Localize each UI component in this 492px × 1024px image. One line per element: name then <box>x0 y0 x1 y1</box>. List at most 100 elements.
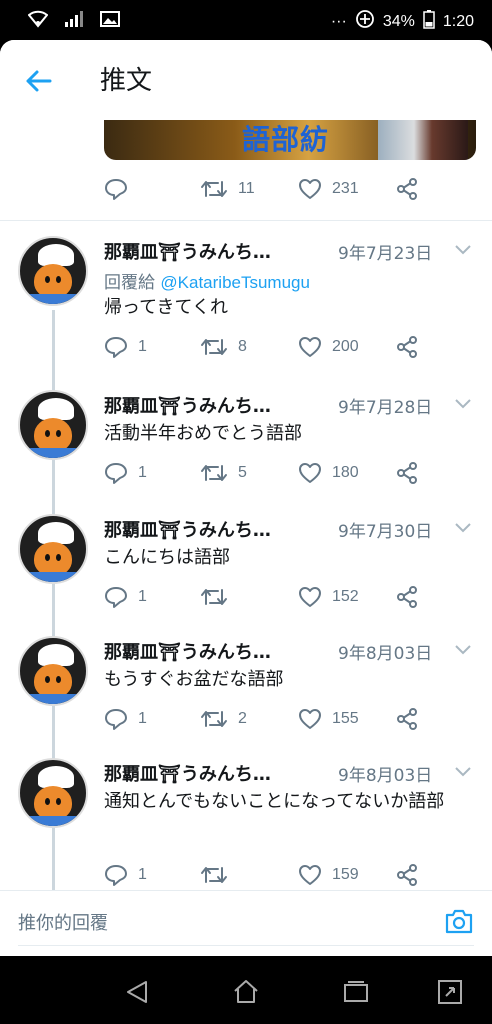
camera-icon[interactable] <box>444 907 474 935</box>
reply-count: 1 <box>138 710 147 727</box>
share-icon <box>397 462 417 484</box>
tweet-author-name[interactable]: 那覇皿⛩うみんち… <box>104 760 271 786</box>
reply-count: 1 <box>138 588 147 605</box>
share-button[interactable] <box>396 178 418 200</box>
reply-button[interactable]: 1 <box>104 864 147 886</box>
tweet-text: もうすぐお盆だな語部 <box>104 669 284 690</box>
retweet-count: 5 <box>238 464 247 481</box>
like-button[interactable]: 180 <box>298 462 359 484</box>
clock: 1:20 <box>442 12 474 30</box>
image-icon <box>100 10 120 33</box>
nav-back-icon[interactable] <box>124 978 152 1006</box>
retweet-button[interactable] <box>200 864 238 886</box>
nav-recents-icon[interactable] <box>342 978 370 1006</box>
reply-to-handle[interactable]: @KataribeTsumugu <box>160 273 310 292</box>
like-icon <box>299 865 321 885</box>
reply-button[interactable]: 1 <box>104 462 147 484</box>
tweet-author-name[interactable]: 那覇皿⛩うみんち… <box>104 238 271 264</box>
share-icon <box>397 178 417 200</box>
page-title: 推文 <box>100 66 153 96</box>
add-circle-icon <box>355 9 375 34</box>
reply-input[interactable]: 推你的回覆 <box>18 909 108 935</box>
back-arrow-icon[interactable] <box>22 64 56 98</box>
reply-button[interactable]: 1 <box>104 586 147 608</box>
like-button[interactable]: 152 <box>298 586 359 608</box>
tweet-actions: 1 8 200 <box>104 336 444 364</box>
banner-characters <box>378 120 468 160</box>
battery-icon <box>423 9 435 34</box>
reply-icon <box>105 865 127 886</box>
avatar[interactable] <box>18 758 88 828</box>
like-button[interactable]: 200 <box>298 336 359 358</box>
tweet[interactable]: 那覇皿⛩うみんち… 9年7月30日 こんにちは語部 1 152 <box>0 514 492 614</box>
share-button[interactable] <box>396 336 418 358</box>
header: 推文 <box>0 40 492 120</box>
tweet-author-name[interactable]: 那覇皿⛩うみんち… <box>104 392 271 418</box>
tweet-text: 通知とんでもないことになってないか語部 <box>104 791 445 812</box>
retweet-icon <box>201 711 227 727</box>
reply-icon <box>105 463 127 484</box>
chevron-down-icon[interactable] <box>454 522 472 534</box>
avatar[interactable] <box>18 390 88 460</box>
reply-input-underline <box>18 945 474 946</box>
tweet-date: 9年8月03日 <box>338 644 433 664</box>
share-icon <box>397 586 417 608</box>
divider <box>0 220 492 221</box>
avatar[interactable] <box>18 514 88 584</box>
tweet[interactable]: 那覇皿⛩うみんち… 9年8月03日 通知とんでもないことになってないか語部 1 … <box>0 758 492 890</box>
retweet-button[interactable] <box>200 586 238 608</box>
nav-home-icon[interactable] <box>232 978 260 1006</box>
tweet[interactable]: 那覇皿⛩うみんち… 9年8月03日 もうすぐお盆だな語部 1 2 155 <box>0 636 492 736</box>
avatar[interactable] <box>18 236 88 306</box>
share-icon <box>397 708 417 730</box>
tweet[interactable]: 那覇皿⛩うみんち… 9年7月28日 活動半年おめでとう語部 1 5 180 <box>0 390 492 490</box>
tweet-text: 活動半年おめでとう語部 <box>104 423 302 444</box>
like-count: 152 <box>332 588 359 605</box>
chevron-down-icon[interactable] <box>454 644 472 656</box>
reply-count: 1 <box>138 866 147 883</box>
retweet-icon <box>201 589 227 605</box>
tweet-actions: 1 5 180 <box>104 462 444 490</box>
retweet-count: 8 <box>238 338 247 355</box>
reply-to-line: 回覆給 @KataribeTsumugu <box>104 268 310 293</box>
retweet-button[interactable]: 5 <box>200 462 247 484</box>
like-count: 159 <box>332 866 359 883</box>
reply-button[interactable]: 1 <box>104 336 147 358</box>
retweet-count: 11 <box>238 180 255 197</box>
tweet-author-name[interactable]: 那覇皿⛩うみんち… <box>104 516 271 542</box>
share-button[interactable] <box>396 586 418 608</box>
tweet-list[interactable]: 語部紡 11 231 那覇皿⛩うみんち… 9年7月23日 回覆給 @Katari… <box>0 120 492 890</box>
retweet-button[interactable]: 8 <box>200 336 247 358</box>
chevron-down-icon[interactable] <box>454 766 472 778</box>
retweet-icon <box>201 465 227 481</box>
tweet-date: 9年7月30日 <box>338 522 433 542</box>
nav-expand-icon[interactable] <box>436 978 464 1006</box>
signal-icon <box>64 10 84 33</box>
like-button[interactable]: 231 <box>298 178 359 200</box>
retweet-button[interactable]: 2 <box>200 708 247 730</box>
reply-button[interactable] <box>104 178 138 200</box>
share-button[interactable] <box>396 462 418 484</box>
reply-composer: 推你的回覆 <box>0 890 492 956</box>
wifi-icon <box>27 10 49 33</box>
chevron-down-icon[interactable] <box>454 244 472 256</box>
avatar[interactable] <box>18 636 88 706</box>
reply-count: 1 <box>138 338 147 355</box>
like-icon <box>299 337 321 357</box>
like-icon <box>299 179 321 199</box>
tweet-media-image[interactable]: 語部紡 <box>104 120 476 160</box>
like-count: 180 <box>332 464 359 481</box>
tweet[interactable]: 那覇皿⛩うみんち… 9年7月23日 回覆給 @KataribeTsumugu 帰… <box>0 236 492 366</box>
like-button[interactable]: 155 <box>298 708 359 730</box>
chevron-down-icon[interactable] <box>454 398 472 410</box>
tweet-author-name[interactable]: 那覇皿⛩うみんち… <box>104 638 271 664</box>
reply-icon <box>105 709 127 730</box>
retweet-icon <box>201 867 227 883</box>
retweet-button[interactable]: 11 <box>200 178 255 200</box>
battery-percent: 34% <box>382 12 415 30</box>
reply-button[interactable]: 1 <box>104 708 147 730</box>
share-button[interactable] <box>396 864 418 886</box>
like-count: 200 <box>332 338 359 355</box>
share-button[interactable] <box>396 708 418 730</box>
like-button[interactable]: 159 <box>298 864 359 886</box>
